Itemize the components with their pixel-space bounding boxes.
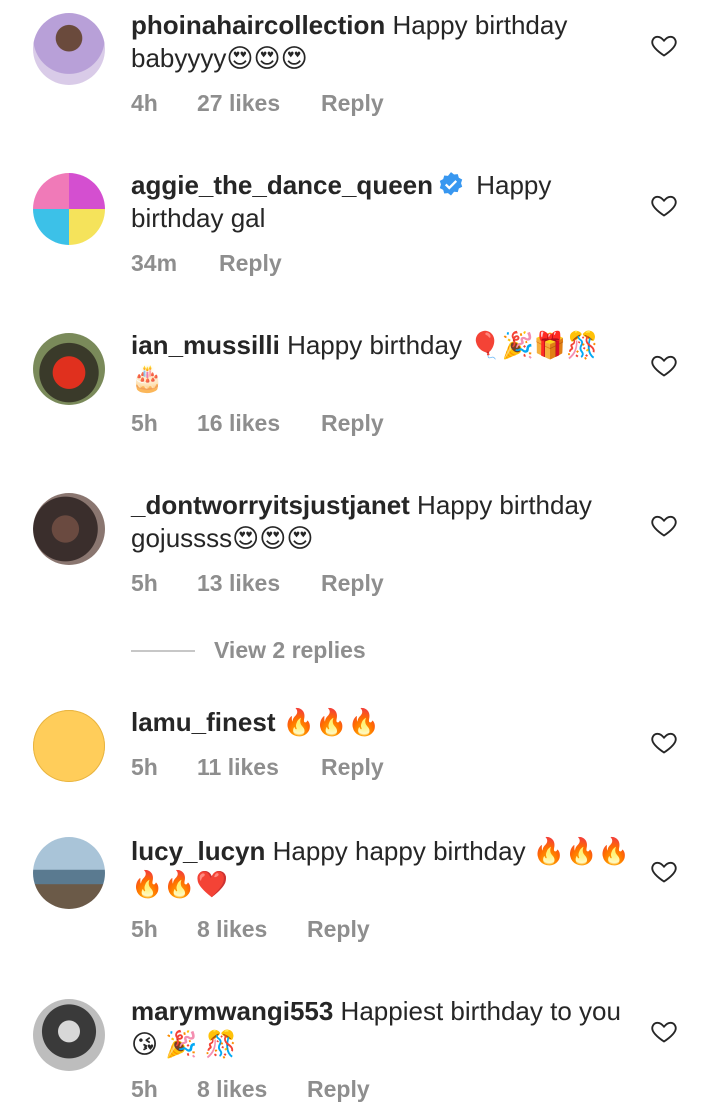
- reply-button[interactable]: Reply: [321, 90, 384, 117]
- reply-button[interactable]: Reply: [307, 916, 370, 943]
- reply-button[interactable]: Reply: [321, 570, 384, 597]
- avatar[interactable]: [33, 13, 105, 85]
- likes-count[interactable]: 8 likes: [197, 1076, 307, 1103]
- heart-icon[interactable]: [650, 351, 678, 379]
- comment-time: 5h: [131, 916, 158, 942]
- comment-time: 5h: [131, 570, 158, 596]
- heart-icon[interactable]: [650, 191, 678, 219]
- comment-time: 5h: [131, 1076, 158, 1102]
- comment-time: 5h: [131, 410, 158, 436]
- username[interactable]: phoinahaircollection: [131, 10, 385, 40]
- likes-count[interactable]: 11 likes: [197, 754, 321, 781]
- comment-text: 🔥🔥🔥: [275, 707, 380, 737]
- reply-button[interactable]: Reply: [321, 754, 384, 781]
- avatar[interactable]: [33, 999, 105, 1071]
- avatar[interactable]: [33, 173, 105, 245]
- username[interactable]: lucy_lucyn: [131, 836, 265, 866]
- username[interactable]: marymwangi553: [131, 996, 333, 1026]
- heart-icon[interactable]: [650, 728, 678, 756]
- heart-icon[interactable]: [650, 511, 678, 539]
- likes-count[interactable]: 13 likes: [197, 570, 321, 597]
- verified-badge-icon: [439, 172, 463, 196]
- likes-count[interactable]: 27 likes: [197, 90, 321, 117]
- heart-icon[interactable]: [650, 857, 678, 885]
- heart-icon[interactable]: [650, 1017, 678, 1045]
- avatar[interactable]: [33, 493, 105, 565]
- avatar[interactable]: [33, 837, 105, 909]
- reply-button[interactable]: Reply: [321, 410, 384, 437]
- username[interactable]: _dontworryitsjustjanet: [131, 490, 410, 520]
- reply-button[interactable]: Reply: [307, 1076, 370, 1103]
- username[interactable]: lamu_finest: [131, 707, 276, 737]
- likes-count[interactable]: 16 likes: [197, 410, 321, 437]
- replies-divider: [131, 650, 195, 652]
- comment-time: 34m: [131, 250, 178, 276]
- comment-time: 4h: [131, 90, 158, 116]
- heart-icon[interactable]: [650, 31, 678, 59]
- reply-button[interactable]: Reply: [219, 250, 282, 277]
- username[interactable]: aggie_the_dance_queen: [131, 170, 433, 200]
- likes-count[interactable]: 8 likes: [197, 916, 307, 943]
- comment-time: 5h: [131, 754, 158, 780]
- avatar[interactable]: [33, 333, 105, 405]
- username[interactable]: ian_mussilli: [131, 330, 280, 360]
- view-replies-label[interactable]: View 2 replies: [214, 637, 366, 664]
- avatar[interactable]: [33, 710, 105, 782]
